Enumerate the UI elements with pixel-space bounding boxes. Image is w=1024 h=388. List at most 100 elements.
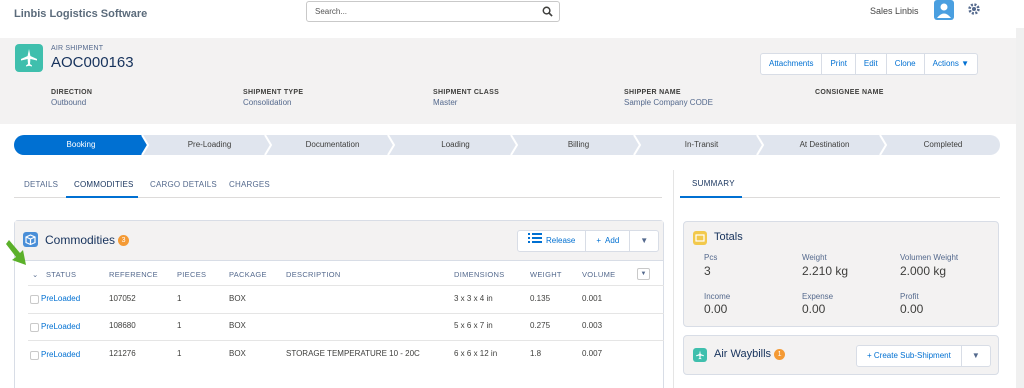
annotation-arrow-icon [6,240,26,265]
airplane-icon [15,44,43,72]
total-label-pcs: Pcs [704,253,718,262]
total-value-expense: 0.00 [802,302,826,316]
col-pieces[interactable]: PIECES [177,270,206,279]
gear-icon[interactable] [967,2,981,18]
create-sub-shipment-label: Create Sub-Shipment [873,351,951,360]
folder-icon [693,231,707,245]
tab-charges[interactable]: CHARGES [229,180,270,189]
commodities-header: Commodities 3 Release + Add ▼ [15,221,663,261]
row-divider [28,285,664,286]
record-type: AIR SHIPMENT [51,45,104,52]
col-dimensions[interactable]: DIMENSIONS [454,270,505,279]
col-reference[interactable]: REFERENCE [109,270,158,279]
cell-description: STORAGE TEMPERATURE 10 - 20C [286,349,420,358]
column-divider [673,170,674,388]
column-menu-button[interactable]: ▼ [637,268,650,280]
col-package[interactable]: PACKAGE [229,270,267,279]
app-title: Linbis Logistics Software [14,8,148,20]
total-label-income: Income [704,292,731,301]
edit-button[interactable]: Edit [856,54,887,74]
air-waybills-count-badge: 1 [774,348,786,360]
cell-volume: 0.007 [582,349,603,358]
field-shipment-class: SHIPMENT CLASS Master [433,89,499,107]
commodities-menu-button[interactable]: ▼ [630,231,658,251]
airplane-icon [693,348,707,362]
status-link[interactable]: PreLoaded [41,322,80,331]
cell-pieces: 1 [177,349,182,358]
add-button[interactable]: + Add [586,231,631,251]
user-name[interactable]: Sales Linbis [870,6,919,16]
total-value-pcs: 3 [704,264,711,278]
total-value-weight: 2.210 kg [802,264,849,278]
air-waybills-actions: + Create Sub-Shipment ▼ [856,345,991,367]
row-divider [28,313,664,314]
field-label: SHIPMENT CLASS [433,89,500,96]
actions-label: Actions [932,59,959,68]
stage-completed[interactable]: Completed [886,135,1000,155]
field-label: CONSIGNEE NAME [815,89,884,96]
field-label: SHIPMENT TYPE [243,89,304,96]
actions-dropdown[interactable]: Actions ▼ [925,54,977,74]
commodities-title: Commodities 3 [45,233,130,247]
col-status[interactable]: STATUS [46,270,76,279]
cell-reference: 108680 [109,321,136,330]
cell-pieces: 1 [177,294,182,303]
status-link[interactable]: PreLoaded [41,294,80,303]
tab-commodities[interactable]: COMMODITIES [74,180,134,189]
col-volume[interactable]: VOLUME [582,270,615,279]
field-value: Outbound [51,98,87,107]
stage-pre-loading[interactable]: Pre-Loading [148,135,271,155]
avatar-icon[interactable] [934,0,954,20]
clone-button[interactable]: Clone [887,54,925,74]
print-button[interactable]: Print [822,54,856,74]
row-checkbox[interactable] [30,295,39,304]
page-scrollbar[interactable] [1016,28,1024,388]
cell-dimensions: 5 x 6 x 7 in [454,321,493,330]
total-label-profit: Profit [900,292,919,301]
chevron-down-icon: ▼ [971,351,980,360]
cell-reference: 107052 [109,294,136,303]
commodities-title-text: Commodities [45,233,116,247]
search-icon[interactable] [542,6,553,19]
total-value-profit: 0.00 [900,302,924,316]
status-link[interactable]: PreLoaded [41,350,80,359]
field-consignee-name: CONSIGNEE NAME [815,89,884,98]
total-value-income: 0.00 [704,302,728,316]
add-label: Add [605,236,620,245]
air-waybills-menu-button[interactable]: ▼ [962,346,990,366]
stage-loading[interactable]: Loading [394,135,517,155]
attachments-button[interactable]: Attachments [761,54,823,74]
cell-package: BOX [229,349,246,358]
tab-details[interactable]: DETAILS [24,180,58,189]
release-label: Release [546,236,576,245]
row-checkbox[interactable] [30,323,39,332]
commodities-card: Commodities 3 Release + Add ▼ [14,220,664,388]
air-waybills-title-text: Air Waybills [714,348,772,360]
stage-billing[interactable]: Billing [517,135,640,155]
col-weight[interactable]: WEIGHT [530,270,562,279]
tab-cargo-details[interactable]: CARGO DETAILS [150,180,217,189]
field-label: SHIPPER NAME [624,89,681,96]
cell-package: BOX [229,294,246,303]
record-header: AIR SHIPMENT AOC000163 Attachments Print… [0,38,1016,124]
row-checkbox[interactable] [30,351,39,360]
stage-at-destination[interactable]: At Destination [763,135,886,155]
sort-chevron-icon[interactable]: ⌄ [32,270,39,279]
release-button[interactable]: Release [518,231,587,251]
stage-in-transit[interactable]: In-Transit [640,135,763,155]
cell-reference: 121276 [109,349,136,358]
totals-card: Totals Pcs 3 Weight 2.210 kg Volumen Wei… [683,221,999,327]
col-description[interactable]: DESCRIPTION [286,270,341,279]
total-value-volume-weight: 2.000 kg [900,264,947,278]
stage-booking[interactable]: Booking [14,135,148,155]
create-sub-shipment-button[interactable]: + Create Sub-Shipment [857,346,962,366]
field-direction: DIRECTION Outbound [51,89,92,107]
tab-summary[interactable]: SUMMARY [692,179,735,188]
field-value: Master [433,98,458,107]
chevron-down-icon: ▼ [961,59,970,68]
search-input[interactable]: Search... [306,1,560,22]
active-tab-indicator [66,196,138,198]
cell-dimensions: 6 x 6 x 12 in [454,349,498,358]
stage-documentation[interactable]: Documentation [271,135,394,155]
top-bar: Linbis Logistics Software Search... Sale… [0,0,1024,28]
